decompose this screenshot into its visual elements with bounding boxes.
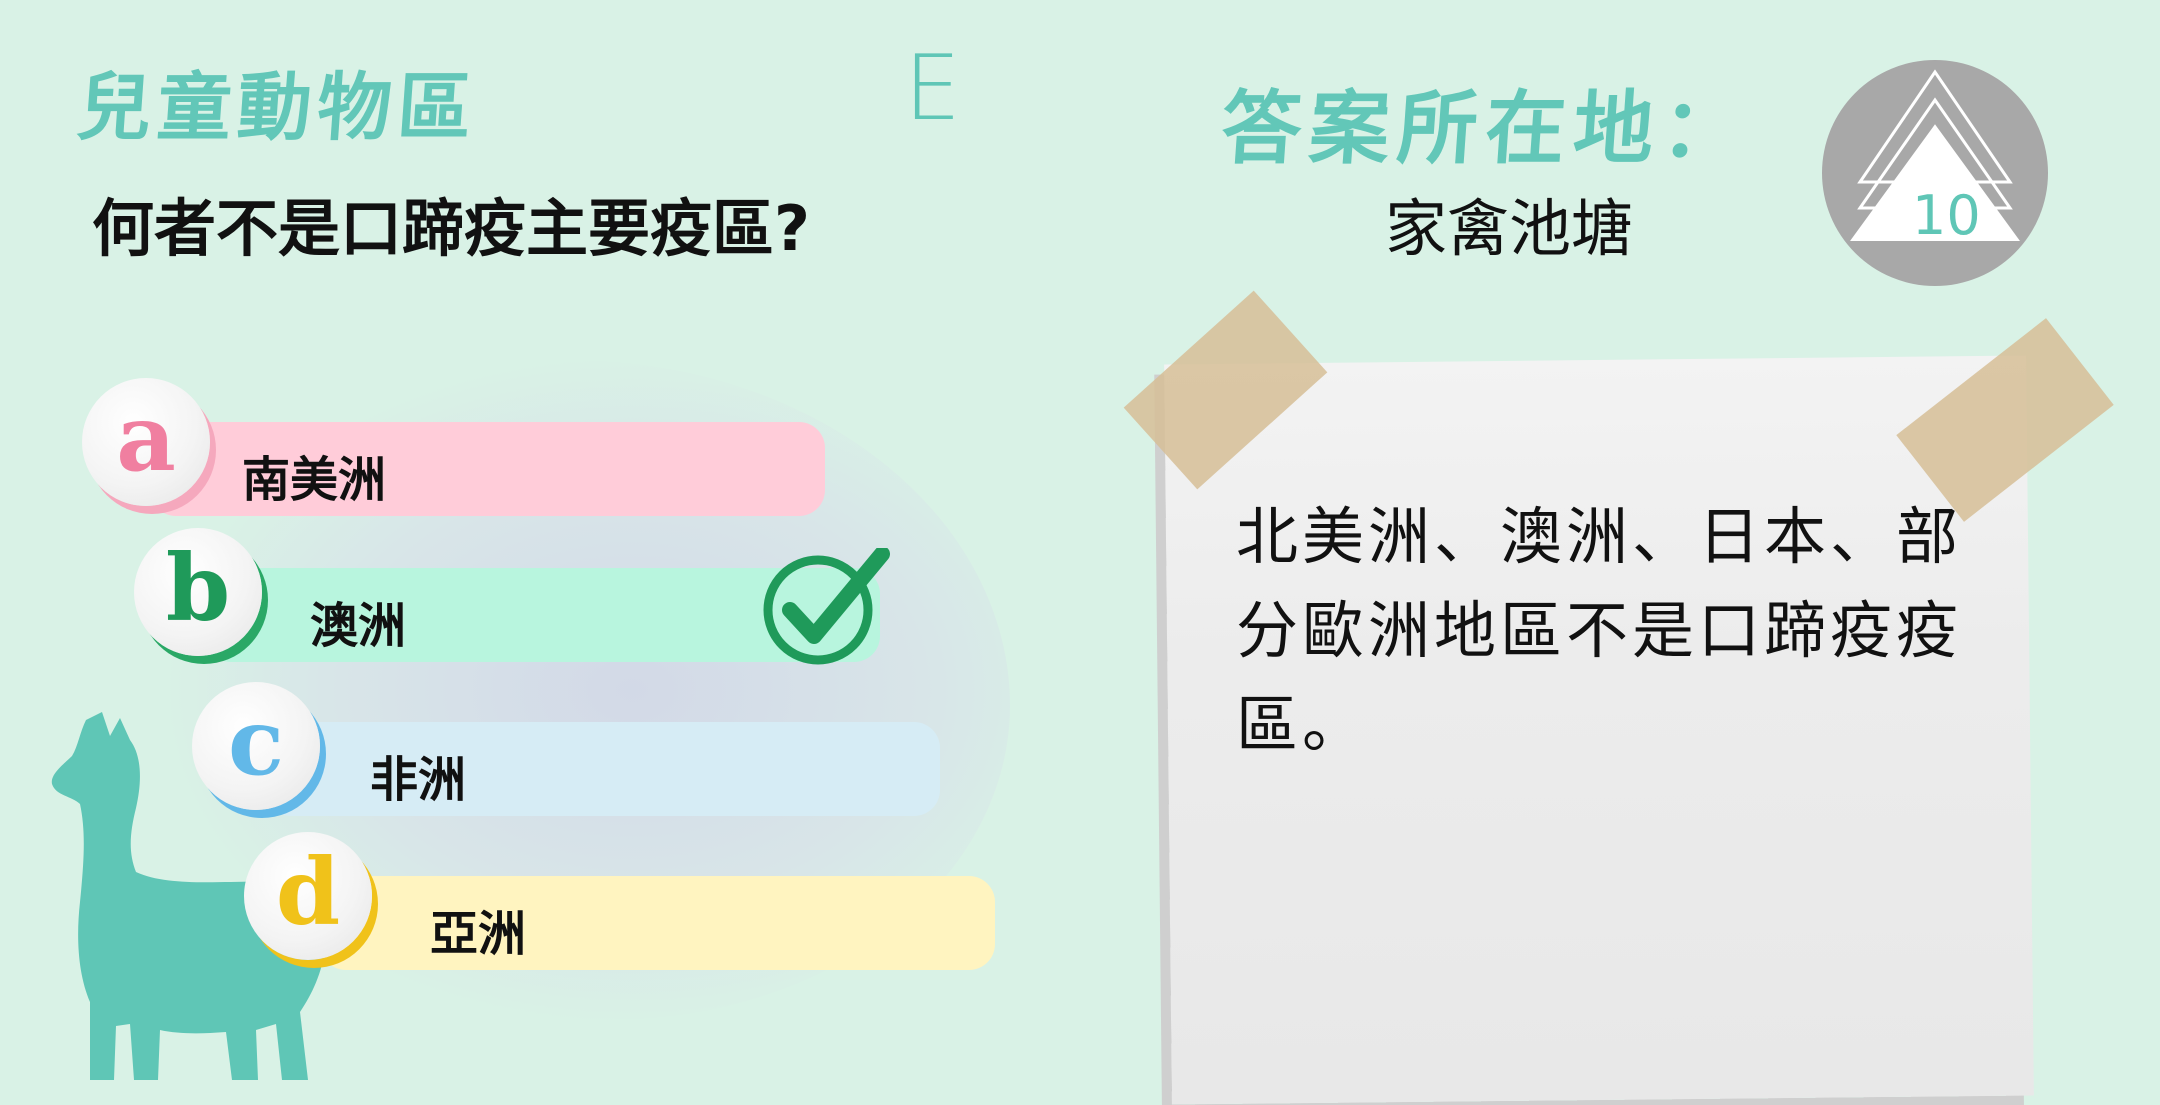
option-c-letter: c	[227, 688, 285, 796]
option-b-circle[interactable]: b	[134, 528, 262, 656]
checkmark-icon	[763, 548, 890, 665]
level-badge: 10	[1822, 60, 2048, 286]
stage-letter: E	[904, 36, 961, 141]
option-d-circle[interactable]: d	[244, 832, 372, 960]
option-c-label: 非洲	[370, 752, 467, 808]
option-c-circle[interactable]: c	[192, 682, 320, 810]
answer-location-value: 家禽池塘	[1385, 192, 1634, 265]
option-d-label: 亞洲	[430, 906, 527, 962]
option-d-bar[interactable]: 亞洲	[320, 876, 995, 970]
option-a-label: 南美洲	[242, 452, 387, 508]
note-text: 北美洲、澳洲、日本、部分歐洲地區不是口蹄疫疫區。	[1236, 500, 1963, 761]
option-c-bar[interactable]: 非洲	[265, 722, 940, 816]
badge-number: 10	[1912, 184, 1981, 247]
option-b-label: 澳洲	[310, 598, 407, 654]
option-d-letter: d	[275, 838, 341, 946]
option-a-bar[interactable]: 南美洲	[150, 422, 825, 516]
triangle-tree-icon	[1850, 69, 2020, 241]
option-b-letter: b	[165, 534, 231, 642]
zone-title: 兒童動物區	[74, 65, 481, 151]
option-a-circle[interactable]: a	[82, 378, 210, 506]
option-a-letter: a	[116, 384, 176, 492]
answer-location-label: 答案所在地：	[1218, 82, 1753, 175]
question-text: 何者不是口蹄疫主要疫區?	[92, 192, 810, 265]
